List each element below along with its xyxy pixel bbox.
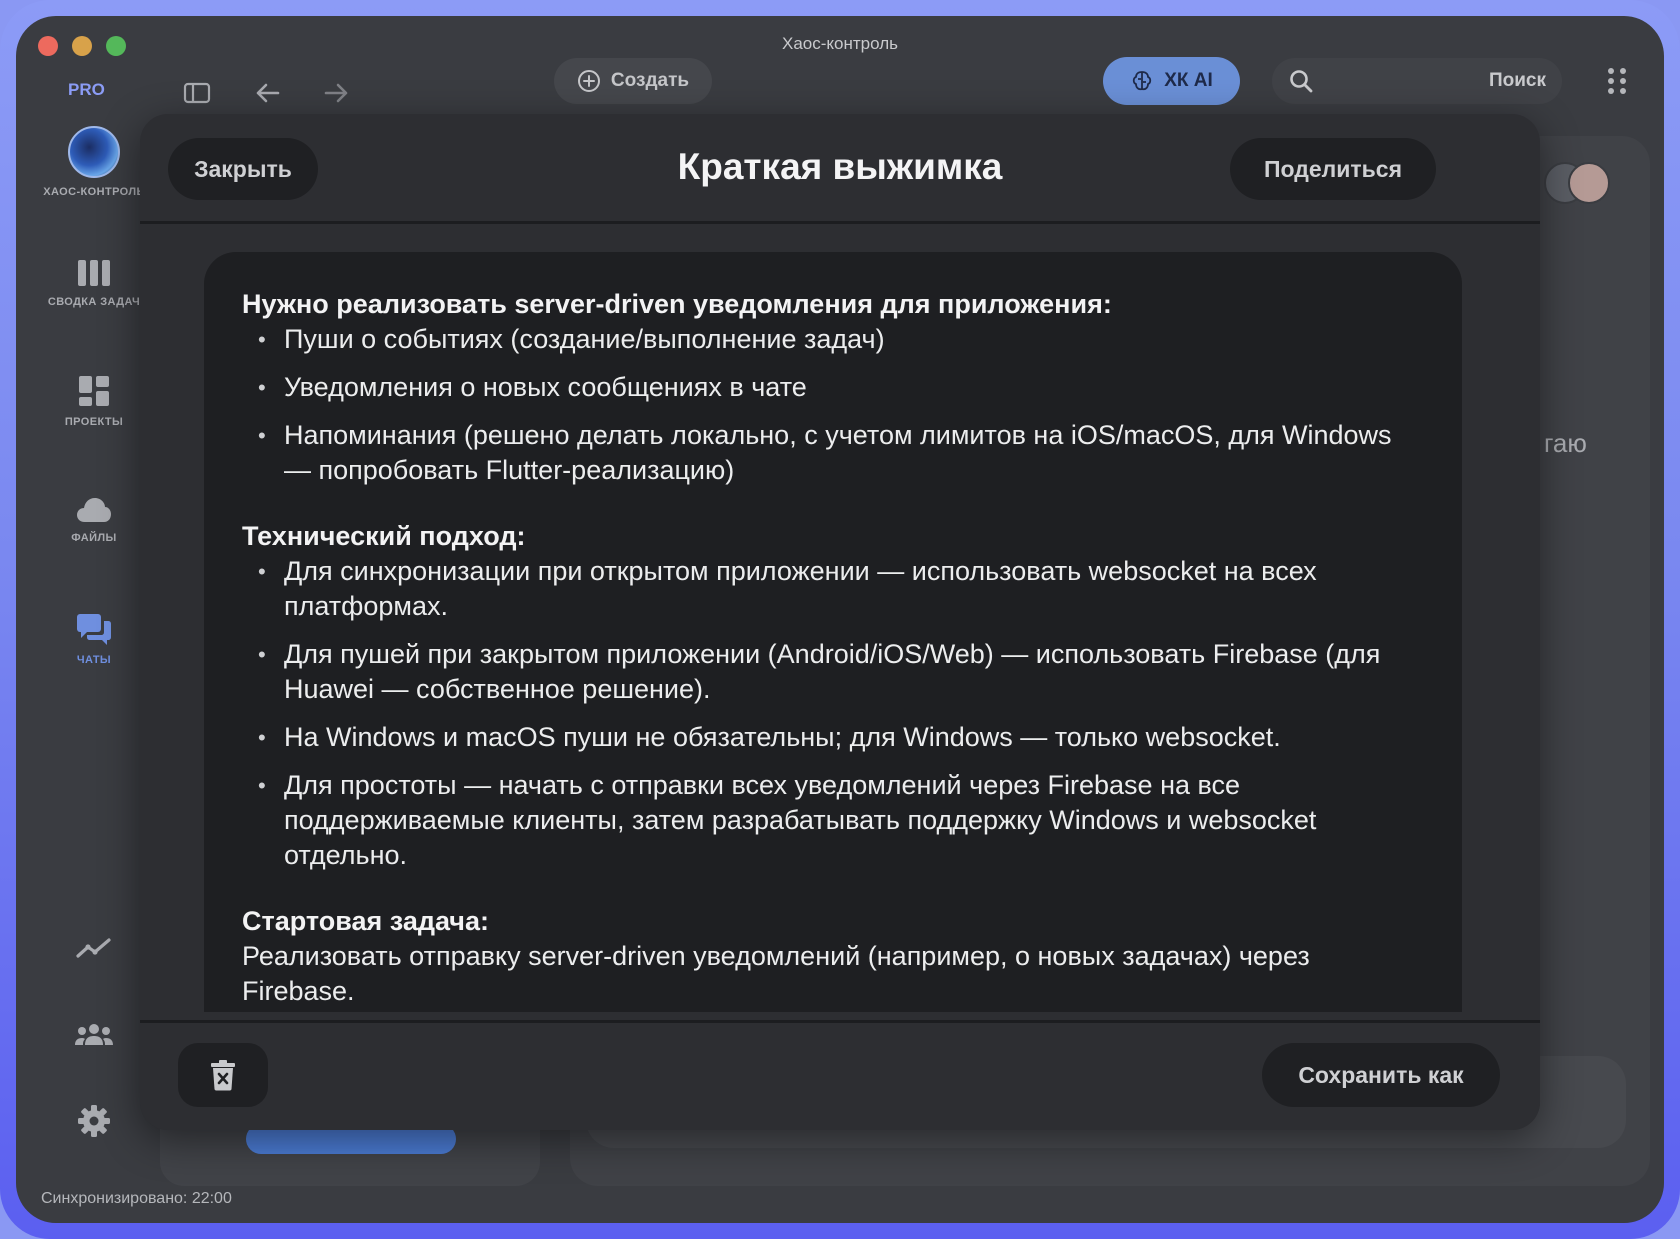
window-title: Хаос-контроль (782, 34, 898, 53)
sidebar-toggle-icon[interactable] (180, 76, 214, 110)
delete-button[interactable] (178, 1043, 268, 1107)
share-button[interactable]: Поделиться (1230, 138, 1436, 200)
brand-logo-icon (68, 126, 120, 178)
columns-icon (78, 260, 110, 286)
background-partial-text: гаю (1544, 428, 1587, 458)
section-heading: Нужно реализовать server-driven уведомле… (242, 289, 1112, 319)
sidebar-brand[interactable]: ХАОС-КОНТРОЛЬ (30, 126, 158, 198)
trash-icon (211, 1060, 235, 1091)
sidebar-analytics[interactable] (30, 936, 158, 960)
create-button[interactable]: Создать (554, 58, 712, 104)
bullet-list: Для синхронизации при открытом приложени… (242, 554, 1424, 873)
cloud-icon (77, 498, 111, 522)
brain-icon (1133, 71, 1152, 91)
sidebar-item-projects[interactable]: ПРОЕКТЫ (30, 374, 158, 428)
summary-section: Технический подход: Для синхронизации пр… (242, 518, 1424, 873)
sidebar-item-task-summary[interactable]: СВОДКА ЗАДАЧ (30, 258, 158, 308)
sidebar-item-files[interactable]: ФАЙЛЫ (30, 494, 158, 544)
summary-section: Нужно реализовать server-driven уведомле… (242, 286, 1424, 488)
sidebar-team[interactable] (30, 1022, 158, 1046)
save-as-button[interactable]: Сохранить как (1262, 1043, 1500, 1107)
list-item: На Windows и macOS пуши не обязательны; … (242, 720, 1424, 755)
section-heading: Технический подход: (242, 521, 526, 551)
chat-icon (77, 614, 111, 645)
sidebar-item-label: ЧАТЫ (76, 654, 112, 666)
search-field[interactable]: Поиск (1272, 58, 1562, 104)
back-arrow-icon[interactable] (250, 76, 284, 110)
sidebar-item-label: ФАЙЛЫ (71, 532, 117, 544)
list-item: Пуши о событиях (создание/выполнение зад… (242, 322, 1424, 357)
summary-modal: Закрыть Краткая выжимка Поделиться Нужно… (140, 114, 1540, 1130)
apps-grid-icon[interactable] (1606, 64, 1630, 98)
section-heading: Стартовая задача: (242, 906, 489, 936)
list-item: Для простоты — начать с отправки всех ув… (242, 768, 1424, 873)
list-item: Для пушей при закрытом приложении (Andro… (242, 637, 1424, 707)
ai-button-label: ХК AI (1164, 70, 1213, 91)
list-item: Уведомления о новых сообщениях в чате (242, 370, 1424, 405)
sync-status: Синхронизировано: 22:00 (41, 1190, 232, 1207)
avatar (1568, 162, 1610, 204)
search-label: Поиск (1488, 70, 1546, 91)
team-icon (75, 1024, 113, 1045)
search-icon (1290, 70, 1313, 93)
pro-badge: PRO (68, 80, 105, 99)
sidebar-item-label: ПРОЕКТЫ (64, 416, 124, 428)
brand-label: ХАОС-КОНТРОЛЬ (43, 186, 145, 198)
app-window: Хаос-контроль PRO Создать ХК AI Поиск ХА… (16, 16, 1664, 1223)
participant-avatars (1544, 162, 1610, 208)
summary-section: Стартовая задача: Реализовать отправку s… (242, 903, 1424, 1009)
list-item: Напоминания (решено делать локально, с у… (242, 418, 1424, 488)
settings-icon (78, 1105, 110, 1137)
bullet-list: Пуши о событиях (создание/выполнение зад… (242, 322, 1424, 488)
modal-footer: Сохранить как (140, 1020, 1540, 1130)
sidebar-item-chats[interactable]: ЧАТЫ (30, 612, 158, 666)
dashboard-icon (79, 376, 109, 406)
analytics-icon (76, 938, 111, 958)
sidebar-settings[interactable] (30, 1104, 158, 1138)
section-text: Реализовать отправку server-driven уведо… (242, 941, 1310, 1006)
list-item: Для синхронизации при открытом приложени… (242, 554, 1424, 624)
create-button-label: Создать (610, 70, 690, 91)
modal-header: Закрыть Краткая выжимка Поделиться (140, 114, 1540, 224)
ai-assistant-button[interactable]: ХК AI (1103, 57, 1240, 105)
forward-arrow-icon[interactable] (320, 76, 354, 110)
summary-content: Нужно реализовать server-driven уведомле… (204, 252, 1462, 1012)
plus-circle-icon (577, 70, 600, 92)
sidebar-item-label: СВОДКА ЗАДАЧ (47, 296, 141, 308)
